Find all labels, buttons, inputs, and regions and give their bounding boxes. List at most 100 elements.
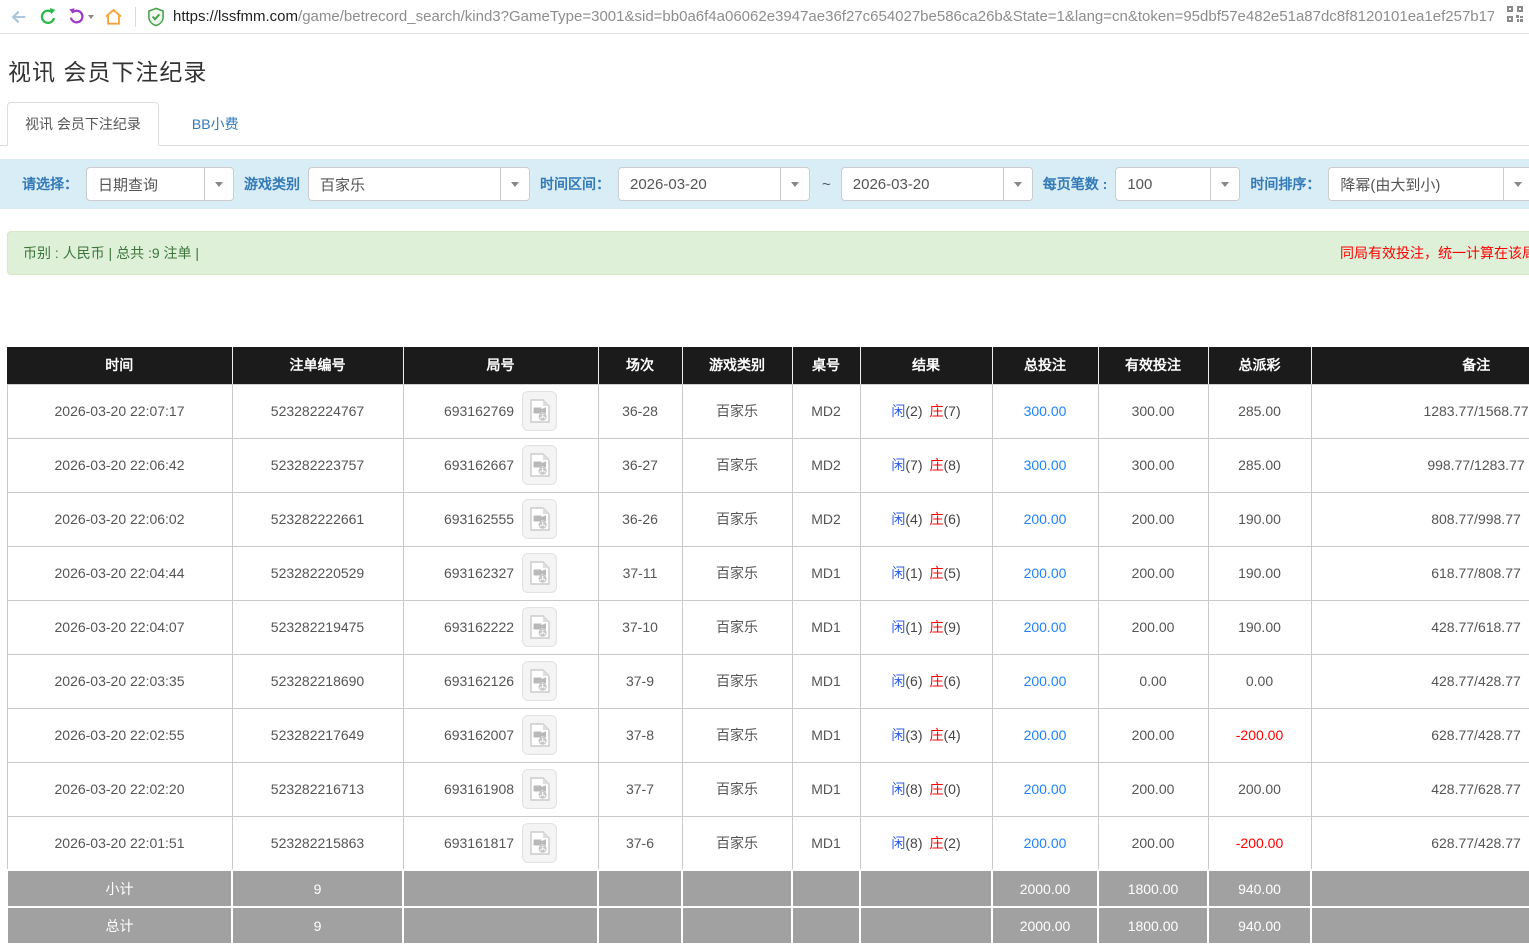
- video-replay-icon[interactable]: [522, 769, 557, 809]
- video-replay-icon[interactable]: [522, 391, 557, 431]
- cell-session: 36-26: [598, 492, 682, 546]
- sort-order-dropdown[interactable]: 降幂(由大到小): [1328, 167, 1529, 201]
- cell-valid-bet: 200.00: [1098, 816, 1208, 870]
- col-total-bet: 总投注: [992, 347, 1098, 384]
- subtotal-empty-remark: [1311, 870, 1529, 907]
- qr-code-icon[interactable]: [1507, 6, 1523, 27]
- cell-round: 693162222: [403, 600, 598, 654]
- sort-order-value: 降幂(由大到小): [1329, 174, 1503, 195]
- col-result: 结果: [860, 347, 992, 384]
- result-player-value: (8): [905, 835, 922, 851]
- result-banker-label: 庄: [930, 673, 944, 689]
- cell-game-type: 百家乐: [682, 762, 792, 816]
- cell-remark: 628.77/428.77: [1311, 708, 1529, 762]
- tab-bb-tip[interactable]: BB小费: [175, 103, 256, 145]
- url-text[interactable]: https://lssfmm.com/game/betrecord_search…: [173, 8, 1494, 25]
- video-replay-icon[interactable]: [522, 607, 557, 647]
- query-type-dropdown[interactable]: 日期查询: [86, 167, 234, 201]
- total-bet-link[interactable]: 200.00: [1024, 835, 1067, 851]
- undo-dropdown-caret-icon[interactable]: [88, 15, 94, 19]
- result-player-value: (1): [905, 619, 922, 635]
- cell-time: 2026-03-20 22:03:35: [7, 654, 232, 708]
- total-bet-link[interactable]: 200.00: [1024, 781, 1067, 797]
- video-replay-icon[interactable]: [522, 553, 557, 593]
- game-type-dropdown[interactable]: 百家乐: [308, 167, 530, 201]
- page-size-dropdown[interactable]: 100: [1115, 167, 1240, 201]
- cell-round: 693162007: [403, 708, 598, 762]
- cell-round: 693162555: [403, 492, 598, 546]
- undo-control[interactable]: [67, 7, 94, 26]
- cell-valid-bet: 300.00: [1098, 438, 1208, 492]
- dropdown-arrow[interactable]: [204, 168, 233, 200]
- round-number: 693162769: [444, 403, 514, 419]
- dropdown-arrow[interactable]: [1003, 168, 1032, 200]
- col-payout: 总派彩: [1208, 347, 1311, 384]
- cell-round: 693162769: [403, 384, 598, 438]
- dropdown-arrow[interactable]: [500, 168, 529, 200]
- address-bar[interactable]: https://lssfmm.com/game/betrecord_search…: [147, 7, 1494, 27]
- cell-table-no: MD2: [792, 492, 860, 546]
- cell-total-bet: 300.00: [992, 438, 1098, 492]
- video-replay-icon[interactable]: [522, 499, 557, 539]
- home-icon[interactable]: [103, 7, 124, 27]
- video-replay-icon[interactable]: [522, 823, 557, 863]
- subtotal-valid-bet: 1800.00: [1098, 870, 1208, 907]
- total-bet-link[interactable]: 200.00: [1024, 727, 1067, 743]
- security-shield-icon[interactable]: [147, 7, 165, 27]
- total-bet-link[interactable]: 300.00: [1024, 457, 1067, 473]
- result-player-label: 闲: [891, 835, 905, 851]
- dropdown-arrow[interactable]: [1210, 168, 1239, 200]
- cell-payout: -200.00: [1208, 708, 1311, 762]
- col-valid-bet: 有效投注: [1098, 347, 1208, 384]
- select-label: 请选择：: [22, 174, 78, 194]
- back-icon[interactable]: [8, 8, 29, 26]
- table-row: 2026-03-20 22:04:44 523282220529 6931623…: [7, 546, 1529, 600]
- result-player-label: 闲: [891, 619, 905, 635]
- cell-table-no: MD1: [792, 654, 860, 708]
- video-replay-icon[interactable]: [522, 445, 557, 485]
- cell-valid-bet: 200.00: [1098, 546, 1208, 600]
- grand-total-empty-remark: [1311, 907, 1529, 944]
- date-from-dropdown[interactable]: 2026-03-20: [618, 167, 810, 201]
- result-banker-label: 庄: [930, 511, 944, 527]
- total-bet-link[interactable]: 300.00: [1024, 403, 1067, 419]
- total-bet-link[interactable]: 200.00: [1024, 673, 1067, 689]
- cell-session: 36-27: [598, 438, 682, 492]
- result-banker-value: (8): [944, 457, 961, 473]
- refresh-icon[interactable]: [38, 7, 58, 27]
- cell-payout: 0.00: [1208, 654, 1311, 708]
- video-replay-icon[interactable]: [522, 661, 557, 701]
- grand-total-row: 总计 9 2000.00 1800.00 940.00: [7, 907, 1529, 944]
- result-banker-label: 庄: [930, 835, 944, 851]
- round-number: 693161817: [444, 835, 514, 851]
- result-banker-value: (6): [944, 673, 961, 689]
- cell-time: 2026-03-20 22:02:20: [7, 762, 232, 816]
- tab-bet-records[interactable]: 视讯 会员下注纪录: [7, 102, 159, 146]
- result-banker-value: (0): [944, 781, 961, 797]
- result-player-value: (8): [905, 781, 922, 797]
- col-table-no: 桌号: [792, 347, 860, 384]
- dropdown-arrow[interactable]: [1503, 168, 1529, 200]
- cell-result: 闲(8)庄(0): [860, 762, 992, 816]
- round-number: 693162555: [444, 511, 514, 527]
- cell-remark: 628.77/428.77: [1311, 816, 1529, 870]
- cell-remark: 1283.77/1568.77: [1311, 384, 1529, 438]
- total-bet-link[interactable]: 200.00: [1024, 619, 1067, 635]
- cell-game-type: 百家乐: [682, 492, 792, 546]
- date-to-dropdown[interactable]: 2026-03-20: [841, 167, 1033, 201]
- bet-records-table-wrap: 时间 注单编号 局号 场次 游戏类别 桌号 结果 总投注 有效投注 总派彩 备注…: [0, 347, 1529, 945]
- cell-remark: 998.77/1283.77: [1311, 438, 1529, 492]
- url-host: https://lssfmm.com: [173, 8, 298, 25]
- undo-icon[interactable]: [67, 7, 86, 26]
- cell-table-no: MD2: [792, 384, 860, 438]
- dropdown-arrow[interactable]: [780, 168, 809, 200]
- result-player-label: 闲: [891, 457, 905, 473]
- result-player-label: 闲: [891, 673, 905, 689]
- result-player-label: 闲: [891, 727, 905, 743]
- cell-bet-id: 523282222661: [232, 492, 403, 546]
- total-bet-link[interactable]: 200.00: [1024, 565, 1067, 581]
- total-bet-link[interactable]: 200.00: [1024, 511, 1067, 527]
- cell-valid-bet: 0.00: [1098, 654, 1208, 708]
- video-replay-icon[interactable]: [522, 715, 557, 755]
- round-number: 693162222: [444, 619, 514, 635]
